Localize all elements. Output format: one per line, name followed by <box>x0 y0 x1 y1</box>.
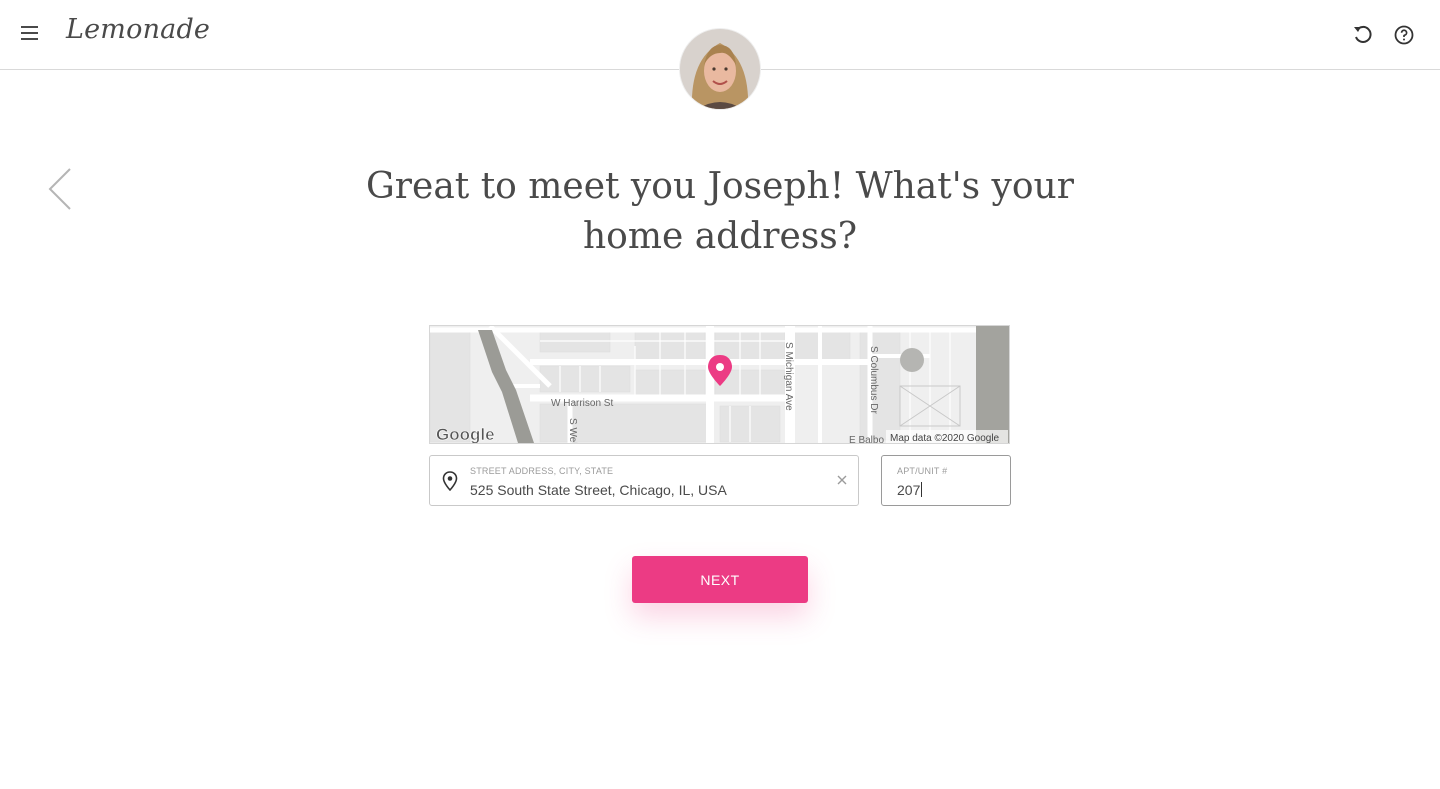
street-label-balbo: E Balbo <box>849 435 884 443</box>
map-canvas: W Harrison St S Wells S Michigan Ave S C… <box>430 326 1009 443</box>
location-marker-icon <box>442 471 458 491</box>
street-address-label: STREET ADDRESS, CITY, STATE <box>470 466 614 476</box>
lemonade-logo[interactable]: Lemonade <box>66 14 210 45</box>
street-label-columbus: S Columbus Dr <box>868 346 879 414</box>
avatar <box>680 29 760 109</box>
apt-unit-field[interactable]: APT/UNIT # 207 <box>881 455 1011 506</box>
help-icon[interactable] <box>1393 24 1415 46</box>
text-cursor <box>921 482 923 497</box>
street-address-input[interactable]: 525 South State Street, Chicago, IL, USA <box>470 482 727 498</box>
street-address-field[interactable]: STREET ADDRESS, CITY, STATE 525 South St… <box>429 455 859 506</box>
question-heading: Great to meet you Joseph! What's your ho… <box>360 162 1080 262</box>
avatar-photo <box>680 29 760 109</box>
clear-icon[interactable] <box>836 474 848 486</box>
apt-unit-label: APT/UNIT # <box>897 466 948 476</box>
google-logo: Google <box>436 425 495 443</box>
question-line-1: Great to meet you Joseph! What's your <box>366 166 1074 207</box>
question-line-2: home address? <box>582 216 858 257</box>
address-map[interactable]: W Harrison St S Wells S Michigan Ave S C… <box>429 325 1010 444</box>
apt-unit-input[interactable]: 207 <box>897 482 923 498</box>
next-button[interactable]: NEXT <box>632 556 808 603</box>
apt-unit-value: 207 <box>897 482 921 498</box>
street-label-harrison: W Harrison St <box>551 398 613 409</box>
street-label-michigan: S Michigan Ave <box>783 342 794 411</box>
back-arrow-icon[interactable] <box>46 166 76 212</box>
street-label-wells: S Wells <box>567 418 578 443</box>
map-attribution: Map data ©2020 Google <box>890 433 1000 443</box>
hamburger-menu-icon[interactable] <box>20 26 40 44</box>
restart-icon[interactable] <box>1352 24 1374 46</box>
